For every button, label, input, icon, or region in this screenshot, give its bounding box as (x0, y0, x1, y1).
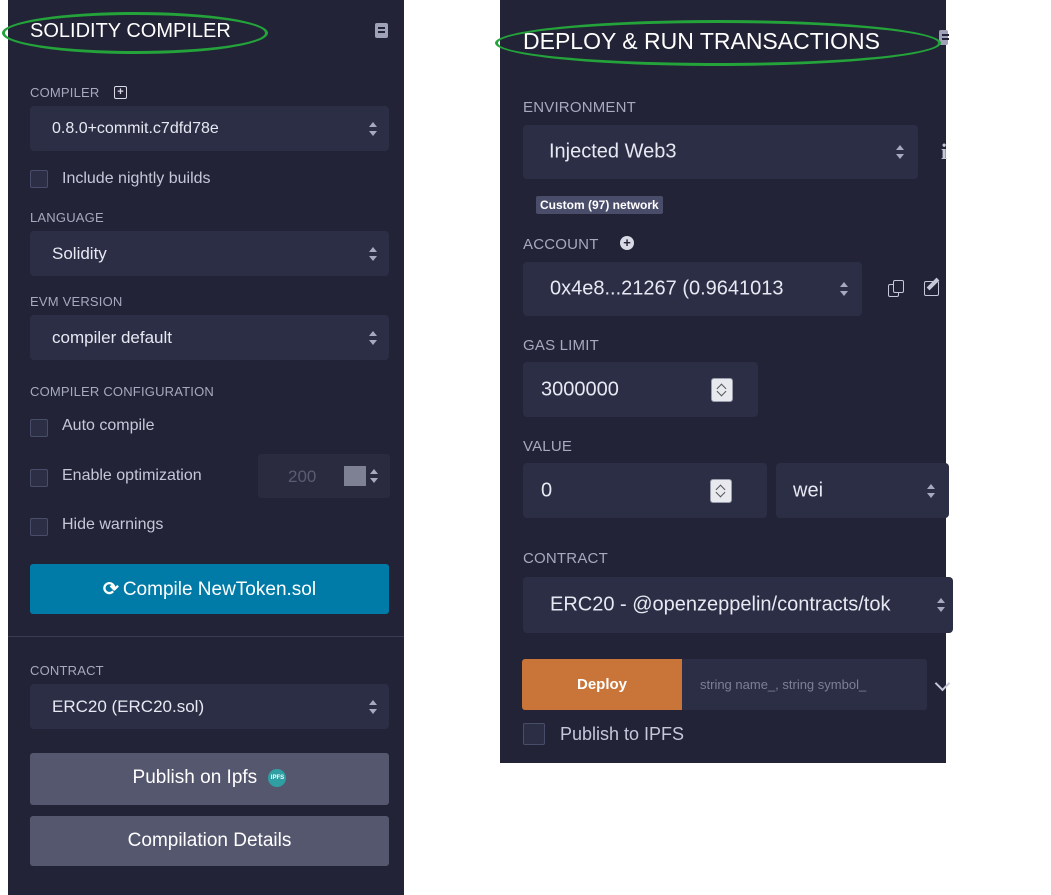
publish-ipfs-button[interactable]: Publish on Ipfs IPFS (30, 753, 389, 805)
language-label: LANGUAGE (30, 210, 104, 225)
chevron-down-icon[interactable] (934, 675, 951, 692)
solidity-compiler-panel: SOLIDITY COMPILER COMPILER + 0.8.0+commi… (8, 0, 404, 895)
language-select[interactable]: Solidity (30, 231, 389, 276)
select-arrows-icon (369, 121, 377, 137)
deploy-params-placeholder: string name_, string symbol_ (700, 677, 867, 692)
info-icon[interactable]: i (941, 139, 947, 165)
compiler-version-select[interactable]: 0.8.0+commit.c7dfd78e (30, 106, 389, 151)
compile-button[interactable]: ⟳ Compile NewToken.sol (30, 564, 389, 614)
evm-version-value: compiler default (52, 327, 173, 347)
enable-optimization-checkbox[interactable] (30, 469, 48, 487)
ipfs-icon: IPFS (268, 768, 287, 787)
deploy-run-panel: DEPLOY & RUN TRANSACTIONS ENVIRONMENT In… (500, 0, 953, 763)
highlight-ellipse-right (495, 20, 941, 66)
copy-icon[interactable] (888, 280, 904, 297)
enable-optimization-label: Enable optimization (62, 467, 202, 484)
gas-limit-input[interactable]: 3000000 (523, 362, 758, 417)
gas-limit-value: 3000000 (541, 378, 619, 400)
compilation-details-button[interactable]: Compilation Details (30, 816, 389, 866)
deploy-params-input[interactable]: string name_, string symbol_ (682, 659, 927, 710)
select-arrows-icon (369, 330, 377, 346)
language-value: Solidity (52, 243, 107, 263)
contract-label: CONTRACT (523, 550, 608, 567)
value-unit: wei (793, 479, 824, 501)
contract-value: ERC20 - @openzeppelin/contracts/tok (550, 593, 891, 616)
contract-label: CONTRACT (30, 663, 104, 678)
deploy-button-label: Deploy (576, 676, 627, 693)
highlight-ellipse-left (2, 12, 268, 54)
value-input[interactable]: 0 (523, 463, 767, 518)
runs-arrows-icon (370, 468, 378, 484)
value-unit-select[interactable]: wei (776, 463, 949, 518)
select-arrows-icon (937, 597, 945, 613)
account-select[interactable]: 0x4e8...21267 (0.9641013 (523, 262, 862, 316)
runs-spinner[interactable] (344, 466, 366, 486)
compiler-configuration-label: COMPILER CONFIGURATION (30, 384, 215, 399)
hide-warnings-checkbox[interactable] (30, 518, 48, 536)
environment-label: ENVIRONMENT (523, 99, 637, 116)
add-compiler-icon[interactable]: + (114, 86, 127, 99)
publish-ipfs-checkbox[interactable] (523, 723, 545, 745)
add-account-icon[interactable]: + (620, 236, 634, 250)
gas-limit-label: GAS LIMIT (523, 337, 599, 354)
environment-value: Injected Web3 (549, 140, 677, 163)
gas-limit-spinner[interactable] (711, 378, 733, 402)
contract-select[interactable]: ERC20 (ERC20.sol) (30, 684, 389, 729)
optimization-runs-value: 200 (288, 467, 317, 486)
select-arrows-icon (927, 483, 935, 499)
value-label: VALUE (523, 438, 573, 455)
compile-button-label: Compile NewToken.sol (122, 579, 317, 600)
optimization-runs-input[interactable]: 200 (258, 454, 390, 498)
auto-compile-checkbox[interactable] (30, 419, 48, 437)
deploy-button[interactable]: Deploy (522, 659, 682, 710)
select-arrows-icon (896, 144, 904, 160)
compiler-label: COMPILER (30, 85, 100, 100)
value-amount: 0 (541, 479, 553, 501)
auto-compile-label: Auto compile (62, 417, 155, 434)
account-label: ACCOUNT (523, 236, 599, 253)
contract-value: ERC20 (ERC20.sol) (52, 696, 205, 716)
network-badge: Custom (97) network (536, 196, 663, 214)
contract-select[interactable]: ERC20 - @openzeppelin/contracts/tok (523, 577, 953, 633)
nightly-builds-label: Include nightly builds (62, 170, 211, 187)
compiler-version-value: 0.8.0+commit.c7dfd78e (52, 119, 219, 137)
hide-warnings-label: Hide warnings (62, 516, 164, 533)
value-spinner[interactable] (710, 479, 732, 503)
publish-ipfs-label: Publish to IPFS (560, 724, 685, 744)
publish-ipfs-label: Publish on Ipfs (132, 767, 258, 788)
nightly-builds-checkbox[interactable] (30, 170, 48, 188)
select-arrows-icon (369, 699, 377, 715)
evm-version-label: EVM VERSION (30, 294, 123, 309)
compilation-details-label: Compilation Details (127, 830, 292, 851)
edit-icon[interactable] (924, 277, 942, 296)
environment-select[interactable]: Injected Web3 (523, 125, 918, 179)
section-divider (8, 636, 404, 637)
evm-version-select[interactable]: compiler default (30, 315, 389, 360)
account-value: 0x4e8...21267 (0.9641013 (550, 277, 784, 300)
select-arrows-icon (369, 246, 377, 262)
select-arrows-icon (840, 281, 848, 297)
refresh-icon: ⟳ (102, 579, 119, 600)
book-icon[interactable] (375, 23, 388, 38)
